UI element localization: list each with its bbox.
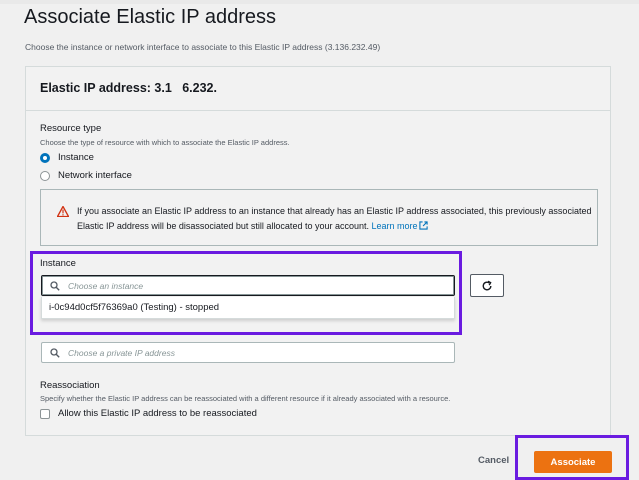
- warning-alert: If you associate an Elastic IP address t…: [40, 189, 598, 246]
- refresh-icon: [482, 280, 492, 290]
- reassociate-checkbox-row[interactable]: Allow this Elastic IP address to be reas…: [40, 408, 257, 419]
- radio-network-interface-label: Network interface: [58, 170, 132, 181]
- radio-network-interface[interactable]: Network interface: [40, 170, 132, 181]
- search-icon: [50, 347, 60, 358]
- reassociation-label: Reassociation: [40, 380, 100, 391]
- radio-instance-control[interactable]: [40, 152, 50, 163]
- radio-instance-label: Instance: [58, 152, 94, 163]
- refresh-button[interactable]: [470, 274, 504, 297]
- resource-type-description: Choose the type of resource with which t…: [40, 138, 290, 147]
- top-strip: [0, 0, 639, 4]
- panel-title: Elastic IP address: 3.1 6.232.: [40, 81, 221, 95]
- learn-more-link[interactable]: Learn more: [372, 221, 428, 231]
- page-subtitle: Choose the instance or network interface…: [25, 42, 381, 52]
- reassociate-checkbox-label: Allow this Elastic IP address to be reas…: [58, 408, 257, 419]
- warning-triangle-icon: [57, 206, 69, 217]
- learn-more-label: Learn more: [371, 221, 418, 231]
- private-ip-input[interactable]: Choose a private IP address: [41, 342, 455, 363]
- external-link-icon: [418, 221, 428, 230]
- associate-highlight-box: [515, 435, 629, 480]
- reassociate-checkbox[interactable]: [40, 408, 50, 419]
- private-ip-placeholder: Choose a private IP address: [68, 347, 175, 358]
- cancel-button[interactable]: Cancel: [478, 455, 509, 466]
- warning-text: If you associate an Elastic IP address t…: [77, 204, 597, 234]
- panel-header: Elastic IP address: 3.1 6.232.: [26, 67, 610, 111]
- instance-highlight-box: [30, 251, 462, 335]
- resource-type-label: Resource type: [40, 123, 102, 134]
- reassociation-description: Specify whether the Elastic IP address c…: [40, 394, 451, 403]
- radio-instance[interactable]: Instance: [40, 152, 94, 163]
- radio-network-interface-control[interactable]: [40, 170, 50, 181]
- warning-message: If you associate an Elastic IP address t…: [77, 206, 592, 231]
- page-title: Associate Elastic IP address: [24, 6, 276, 28]
